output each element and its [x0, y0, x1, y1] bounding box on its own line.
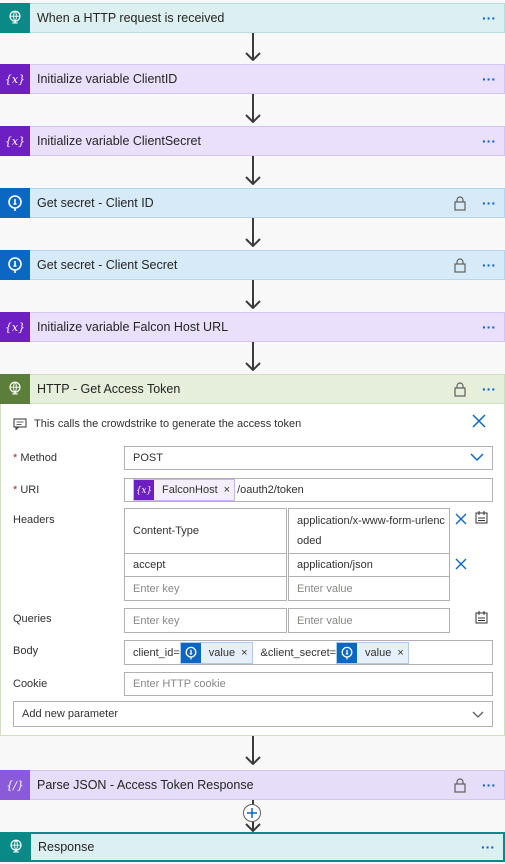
query-key-input[interactable]: Enter key — [124, 608, 287, 633]
token-label: value — [208, 646, 236, 659]
step-http-get-access-token[interactable]: HTTP - Get Access Token ··· — [0, 373, 505, 404]
step-parse-json[interactable]: Parse JSON - Access Token Response ··· — [0, 769, 505, 800]
globe-icon — [0, 373, 30, 404]
header-value-input[interactable]: application/x-www-form-urlenc oded — [288, 508, 450, 554]
step-title: Initialize variable ClientID — [37, 72, 178, 86]
body-input[interactable]: client_id= value × &client_secret= value… — [124, 640, 493, 665]
add-param-label: Add new parameter — [22, 708, 118, 720]
arrowhead — [245, 362, 261, 371]
arrowhead — [245, 756, 261, 765]
variable-icon — [0, 125, 30, 156]
key-vault-icon — [0, 187, 30, 218]
arrowhead — [245, 823, 261, 832]
key-vault-icon — [337, 642, 358, 663]
body-label: Body — [13, 645, 39, 657]
step-title: Initialize variable ClientSecret — [37, 134, 201, 148]
cookie-input[interactable]: Enter HTTP cookie — [124, 672, 493, 696]
queries-label: Queries — [13, 613, 52, 625]
step-comment: This calls the crowdstrike to generate t… — [34, 418, 302, 430]
body-prefix: client_id= — [133, 646, 180, 659]
remove-token-icon[interactable]: × — [397, 647, 403, 659]
step-get-secret-clientsecret[interactable]: Get secret - Client Secret ··· — [0, 249, 505, 280]
body-mid: &client_secret= — [260, 646, 337, 659]
chevron-down-icon — [470, 453, 484, 465]
uri-suffix: /oauth2/token — [237, 484, 304, 496]
switch-to-text-mode-icon[interactable] — [475, 610, 489, 629]
more-options-icon[interactable]: ··· — [478, 319, 500, 335]
uri-input[interactable]: FalconHost × /oauth2/token — [124, 478, 493, 502]
step-title: HTTP - Get Access Token — [37, 382, 181, 396]
more-options-icon[interactable]: ··· — [478, 133, 500, 149]
arrowhead — [245, 114, 261, 123]
chevron-down-icon — [472, 710, 484, 722]
step-init-clientid[interactable]: Initialize variable ClientID ··· — [0, 63, 505, 94]
add-new-parameter-dropdown[interactable]: Add new parameter — [13, 701, 493, 727]
uri-label: * URI — [13, 484, 40, 496]
delete-header-icon[interactable] — [455, 557, 467, 575]
globe-icon — [1, 831, 31, 862]
arrowhead — [245, 176, 261, 185]
more-options-icon[interactable]: ··· — [478, 381, 500, 397]
switch-to-text-mode-icon[interactable] — [475, 510, 489, 529]
more-options-icon[interactable]: ··· — [478, 257, 500, 273]
cookie-label: Cookie — [13, 678, 48, 690]
step-http-request-trigger[interactable]: When a HTTP request is received ··· — [0, 2, 505, 33]
header-value-input[interactable]: Enter value — [288, 576, 450, 601]
value-token[interactable]: value × — [179, 641, 253, 664]
more-options-icon[interactable]: ··· — [478, 10, 500, 26]
lock-icon — [452, 257, 468, 273]
query-value-input[interactable]: Enter value — [288, 608, 450, 633]
header-key-input[interactable]: accept — [124, 553, 287, 577]
header-key-input[interactable]: Enter key — [124, 576, 287, 601]
header-key-input[interactable]: Content-Type — [124, 508, 287, 554]
header-value-input[interactable]: application/json — [288, 553, 450, 577]
headers-label: Headers — [13, 514, 55, 526]
insert-step-plus-icon[interactable] — [243, 804, 261, 822]
lock-icon — [452, 195, 468, 211]
step-title: When a HTTP request is received — [37, 11, 225, 25]
falconhost-token[interactable]: FalconHost × — [133, 479, 236, 501]
token-label: FalconHost — [162, 484, 218, 496]
step-title: Get secret - Client ID — [37, 196, 154, 210]
variable-icon — [0, 63, 30, 94]
lock-icon — [452, 381, 468, 397]
comment-icon — [13, 418, 27, 433]
method-value: POST — [133, 452, 163, 464]
step-get-secret-clientid[interactable]: Get secret - Client ID ··· — [0, 187, 505, 218]
arrowhead — [245, 52, 261, 61]
variable-icon — [134, 480, 154, 500]
remove-token-icon[interactable]: × — [224, 484, 230, 496]
delete-header-icon[interactable] — [455, 512, 467, 530]
more-options-icon[interactable]: ··· — [478, 195, 500, 211]
step-title: Response — [38, 840, 95, 854]
step-init-falcon-host[interactable]: Initialize variable Falcon Host URL ··· — [0, 311, 505, 342]
arrowhead — [245, 238, 261, 247]
token-label: value — [365, 646, 392, 659]
step-title: Get secret - Client Secret — [37, 258, 178, 272]
http-action-card: This calls the crowdstrike to generate t… — [0, 404, 505, 736]
method-label: * Method — [13, 452, 58, 464]
variable-icon — [0, 311, 30, 342]
key-vault-icon — [180, 642, 201, 663]
more-options-icon[interactable]: ··· — [478, 777, 500, 793]
arrowhead — [245, 300, 261, 309]
parse-json-icon — [0, 769, 30, 800]
step-title: Initialize variable Falcon Host URL — [37, 320, 229, 334]
value-token[interactable]: value × — [336, 641, 409, 664]
step-title: Parse JSON - Access Token Response — [37, 778, 254, 792]
more-options-icon[interactable]: ··· — [478, 71, 500, 87]
remove-token-icon[interactable]: × — [241, 647, 247, 659]
more-options-icon[interactable]: ··· — [477, 839, 499, 855]
close-icon[interactable] — [472, 414, 486, 433]
step-init-clientsecret[interactable]: Initialize variable ClientSecret ··· — [0, 125, 505, 156]
key-vault-icon — [0, 249, 30, 280]
lock-icon — [452, 777, 468, 793]
method-select[interactable]: POST — [124, 446, 493, 470]
globe-icon — [0, 2, 30, 33]
step-response[interactable]: Response ··· — [0, 831, 505, 862]
